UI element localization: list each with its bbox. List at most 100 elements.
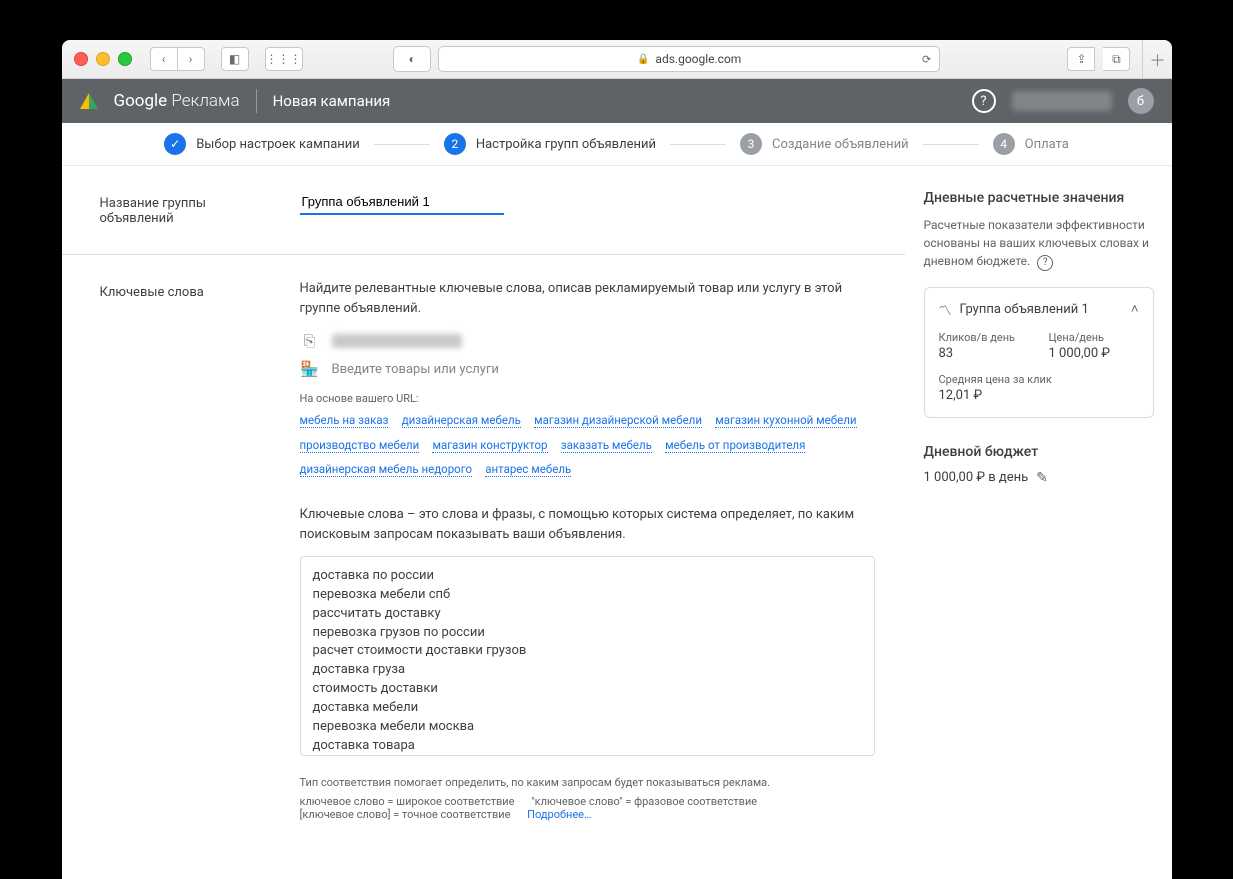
- step-check-icon: ✓: [164, 133, 186, 155]
- new-tab-button[interactable]: ＋: [1142, 40, 1171, 78]
- estimates-heading: Дневные расчетные значения: [924, 190, 1154, 206]
- share-button[interactable]: ⇪: [1067, 47, 1095, 71]
- chevron-right-icon: ›: [189, 52, 193, 66]
- start-page-button[interactable]: ⋮⋮⋮: [265, 47, 303, 71]
- avg-cpc-value: 12,01 ₽: [939, 388, 1139, 403]
- info-icon[interactable]: ?: [1037, 255, 1053, 271]
- step-3[interactable]: 3 Создание объявлений: [740, 133, 909, 155]
- keyword-suggestion-chip[interactable]: антарес мебель: [485, 462, 571, 477]
- account-avatar[interactable]: б: [1128, 88, 1154, 114]
- page-title: Новая кампания: [273, 92, 391, 110]
- nav-forward-button[interactable]: ›: [178, 47, 205, 71]
- chevron-up-icon: ˄: [1131, 301, 1139, 317]
- pencil-icon: ✎: [1036, 470, 1048, 486]
- keyword-suggestion-chip[interactable]: дизайнерская мебель недорого: [300, 462, 473, 477]
- logo-word-google: Google: [114, 91, 168, 111]
- product-input-placeholder: Введите товары или услуги: [332, 362, 499, 377]
- keyword-suggestions: мебель на заказ дизайнерская мебель мага…: [300, 409, 875, 483]
- step-number-icon: 4: [993, 133, 1015, 155]
- store-icon: 🏪: [300, 360, 320, 378]
- keyword-suggestions-label: На основе вашего URL:: [300, 392, 875, 405]
- estimate-card-toggle[interactable]: 〽 Группа объявлений 1 ˄: [939, 300, 1139, 319]
- match-example-exact: [ключевое слово] = точное соответствие: [300, 808, 511, 821]
- lock-icon: 🔒: [637, 54, 649, 65]
- header-divider: [256, 89, 257, 113]
- step-1-label: Выбор настроек кампании: [196, 137, 360, 152]
- close-window-button[interactable]: [74, 52, 88, 66]
- campaign-stepper: ✓ Выбор настроек кампании 2 Настройка гр…: [62, 123, 1172, 166]
- avg-cpc-label: Средняя цена за клик: [939, 373, 1139, 386]
- estimate-card-title: Группа объявлений 1: [960, 302, 1089, 317]
- google-ads-logo-icon: [80, 93, 98, 109]
- help-button[interactable]: ?: [972, 89, 996, 113]
- main-column: Название группы объявлений Ключевые слов…: [62, 166, 905, 879]
- keyword-suggestion-chip[interactable]: магазин дизайнерской мебели: [534, 413, 702, 428]
- keyword-suggestion-chip[interactable]: производство мебели: [300, 438, 420, 453]
- nav-back-button[interactable]: ‹: [150, 47, 178, 71]
- sidebar-toggle-button[interactable]: ◧: [221, 47, 249, 71]
- estimates-subtext-body: Расчетные показатели эффективности основ…: [924, 218, 1149, 268]
- landing-url-value: [332, 334, 462, 348]
- step-number-icon: 3: [740, 133, 762, 155]
- step-1[interactable]: ✓ Выбор настроек кампании: [164, 133, 360, 155]
- keyword-suggestion-chip[interactable]: мебель на заказ: [300, 413, 389, 428]
- keywords-textarea[interactable]: [300, 556, 875, 756]
- tabs-button[interactable]: ⧉: [1103, 47, 1130, 71]
- address-bar[interactable]: ◐ 🔒 ads.google.com ⟳: [438, 46, 940, 72]
- tabs-icon: ⧉: [1112, 52, 1121, 67]
- ad-group-name-row: Название группы объявлений: [100, 190, 875, 226]
- app-logo-text[interactable]: Google Реклама: [114, 91, 240, 111]
- step-2-label: Настройка групп объявлений: [476, 137, 656, 152]
- landing-url-row[interactable]: ⎘: [300, 332, 875, 350]
- ad-group-estimate-card: 〽 Группа объявлений 1 ˄ Кликов/в день 83…: [924, 287, 1154, 418]
- privacy-shield-button[interactable]: ◐: [393, 46, 431, 72]
- daily-budget-heading: Дневной бюджет: [924, 444, 1154, 460]
- sidebar: Дневные расчетные значения Расчетные пок…: [905, 166, 1172, 879]
- match-type-help: Тип соответствия помогает определить, по…: [300, 776, 875, 789]
- keywords-intro-text: Найдите релевантные ключевые слова, опис…: [300, 279, 875, 318]
- chevron-left-icon: ‹: [162, 52, 166, 66]
- app-header: Google Реклама Новая кампания ? б: [62, 79, 1172, 123]
- logo-word-ads: Реклама: [171, 91, 239, 111]
- address-bar-url: ads.google.com: [655, 52, 741, 66]
- step-separator: [670, 144, 726, 145]
- price-per-day-label: Цена/день: [1049, 331, 1139, 344]
- learn-more-link[interactable]: Подробнее…: [527, 808, 591, 821]
- share-icon: ⇪: [1076, 52, 1086, 66]
- safari-titlebar: ‹ › ◧ ⋮⋮⋮ ◐ 🔒 ads.google.com ⟳ ⇪ ⧉: [62, 40, 1172, 79]
- step-2[interactable]: 2 Настройка групп объявлений: [444, 133, 656, 155]
- clicks-per-day-value: 83: [939, 346, 1029, 361]
- estimates-subtext: Расчетные показатели эффективности основ…: [924, 216, 1154, 271]
- daily-budget-row: 1 000,00 ₽ в день ✎: [924, 470, 1154, 486]
- step-4[interactable]: 4 Оплата: [993, 133, 1069, 155]
- step-3-label: Создание объявлений: [772, 137, 909, 152]
- window-controls: [74, 52, 132, 66]
- match-example-broad: ключевое слово = широкое соответствие: [300, 795, 515, 808]
- keyword-suggestion-chip[interactable]: мебель от производителя: [665, 438, 805, 453]
- ad-group-name-input[interactable]: [300, 190, 504, 215]
- section-divider: [62, 254, 905, 255]
- match-example-phrase: "ключевое слово" = фразовое соответствие: [531, 795, 757, 808]
- ad-group-name-label: Название группы объявлений: [100, 190, 280, 226]
- step-separator: [923, 144, 979, 145]
- trend-icon: 〽: [939, 300, 952, 319]
- clicks-per-day-label: Кликов/в день: [939, 331, 1029, 344]
- grid-icon: ⋮⋮⋮: [266, 52, 302, 66]
- keyword-suggestion-chip[interactable]: дизайнерская мебель: [402, 413, 521, 428]
- product-input-row[interactable]: 🏪 Введите товары или услуги: [300, 360, 875, 378]
- link-icon: ⎘: [300, 332, 320, 350]
- reload-icon[interactable]: ⟳: [922, 53, 931, 66]
- sidebar-icon: ◧: [229, 52, 240, 66]
- account-initial: б: [1137, 94, 1144, 109]
- price-per-day-value: 1 000,00 ₽: [1049, 346, 1139, 361]
- keyword-suggestion-chip[interactable]: заказать мебель: [561, 438, 652, 453]
- keyword-suggestion-chip[interactable]: магазин кухонной мебели: [715, 413, 856, 428]
- keyword-suggestion-chip[interactable]: магазин конструктор: [432, 438, 547, 453]
- fullscreen-window-button[interactable]: [118, 52, 132, 66]
- keywords-description: Ключевые слова – это слова и фразы, с по…: [300, 505, 875, 544]
- account-name[interactable]: [1012, 91, 1112, 111]
- edit-budget-button[interactable]: ✎: [1036, 470, 1048, 486]
- minimize-window-button[interactable]: [96, 52, 110, 66]
- keywords-section: Ключевые слова Найдите релевантные ключе…: [100, 279, 875, 821]
- shield-icon: ◐: [409, 52, 416, 66]
